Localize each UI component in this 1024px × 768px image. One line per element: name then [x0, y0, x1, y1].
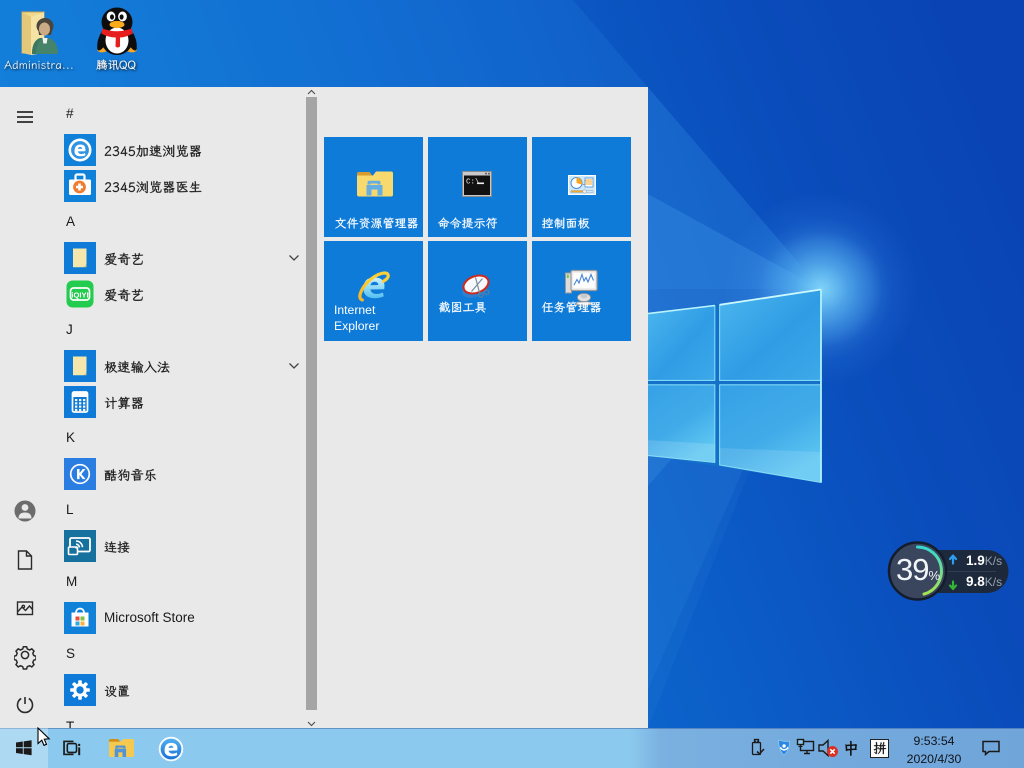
- svg-text:iQIYI: iQIYI: [71, 291, 88, 300]
